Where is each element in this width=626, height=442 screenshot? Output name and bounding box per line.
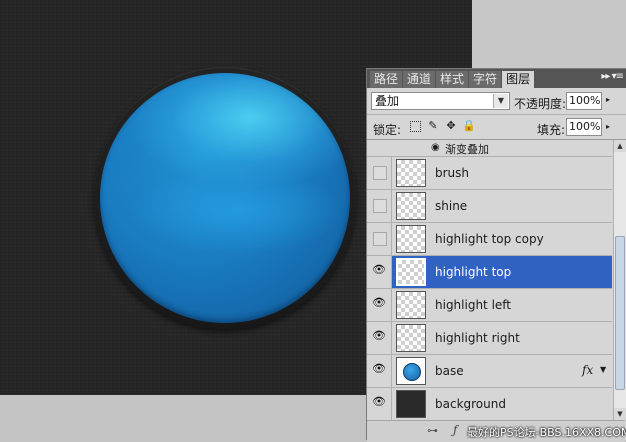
layer-thumbnail [396, 159, 426, 187]
visibility-off-box[interactable] [373, 199, 387, 213]
lock-all-icon[interactable]: 🔒 [462, 120, 476, 132]
blend-mode-value: 叠加 [375, 94, 400, 108]
scroll-thumb[interactable] [615, 236, 625, 390]
layer-row-shine[interactable]: shine [367, 190, 612, 223]
scroll-down-arrow-icon[interactable]: ▼ [614, 408, 626, 420]
add-layer-style-fx-icon[interactable]: ƒ [453, 423, 457, 437]
lock-label: 锁定: [373, 123, 402, 137]
layer-thumbnail [396, 324, 426, 352]
visibility-toggle[interactable] [367, 223, 392, 255]
layer-name: base [435, 364, 464, 378]
eye-icon[interactable]: 👁 [372, 396, 386, 407]
opacity-input[interactable]: 100% [566, 92, 602, 110]
tab-styles[interactable]: 样式 [436, 71, 469, 88]
scroll-up-arrow-icon[interactable]: ▲ [614, 140, 626, 152]
visibility-toggle[interactable] [367, 190, 392, 222]
layer-row-highlight-top-copy[interactable]: highlight top copy [367, 223, 612, 256]
layer-thumbnail [396, 192, 426, 220]
layers-scrollbar[interactable]: ▲ ▼ [613, 140, 626, 420]
blend-mode-select[interactable]: 叠加 ▼ [371, 92, 510, 110]
fill-input[interactable]: 100% [566, 118, 602, 136]
layer-row-highlight-left[interactable]: 👁 highlight left [367, 289, 612, 322]
visibility-toggle[interactable] [367, 157, 392, 189]
layer-name: highlight right [435, 331, 520, 345]
layer-thumbnail [396, 258, 426, 286]
effects-expand-arrow-icon[interactable]: ▼ [600, 365, 606, 374]
layer-row-base[interactable]: 👁 base fx ▼ [367, 355, 612, 388]
layer-row-background[interactable]: 👁 background [367, 388, 612, 420]
layer-thumbnail [396, 357, 426, 385]
eye-icon[interactable]: 👁 [372, 264, 386, 275]
layer-effects-fx-icon[interactable]: fx [582, 363, 593, 377]
lock-position-move-icon[interactable]: ✥ [445, 120, 457, 132]
fill-label: 填充: [537, 123, 566, 137]
layer-thumbnail [396, 390, 426, 418]
layers-panel: 路径 通道 样式 字符 图层 ▸▸ ▾≡ 叠加 ▼ 不透明度: 100% ▸ 锁… [366, 68, 626, 442]
layer-row-highlight-top[interactable]: 👁 highlight top [367, 256, 612, 289]
layer-row-highlight-right[interactable]: 👁 highlight right [367, 322, 612, 355]
panel-tab-bar: 路径 通道 样式 字符 图层 ▸▸ ▾≡ [367, 69, 626, 88]
layer-name: background [435, 397, 506, 411]
tab-channels[interactable]: 通道 [403, 71, 436, 88]
layer-row-brush[interactable]: brush [367, 157, 612, 190]
layer-thumbnail [396, 291, 426, 319]
panel-bottom-toolbar: ⊶ ƒ 最好的PS论坛-BBS.16XX8.COM [367, 420, 626, 442]
lock-options-row: 锁定: ✎ ✥ 🔒 填充: 100% ▸ [367, 115, 626, 140]
chevron-down-icon[interactable]: ▼ [493, 94, 508, 108]
eye-icon[interactable]: 👁 [372, 330, 386, 341]
lock-pixels-brush-icon[interactable]: ✎ [427, 120, 439, 132]
layer-name: shine [435, 199, 468, 213]
visibility-toggle[interactable]: 👁 [367, 388, 392, 420]
blend-options-row: 叠加 ▼ 不透明度: 100% ▸ [367, 88, 626, 115]
effect-label: 渐变叠加 [445, 143, 489, 156]
visibility-toggle[interactable]: 👁 [367, 322, 392, 354]
orb-ring [94, 67, 356, 329]
visibility-off-box[interactable] [373, 232, 387, 246]
layer-thumbnail [396, 225, 426, 253]
tab-paths[interactable]: 路径 [370, 71, 403, 88]
workspace-background [472, 0, 626, 68]
lock-transparency-icon[interactable] [410, 121, 421, 132]
fill-slider-arrow-icon[interactable]: ▸ [606, 122, 610, 131]
visibility-toggle[interactable]: 👁 [367, 289, 392, 321]
eye-icon[interactable]: 👁 [372, 363, 386, 374]
tab-layers[interactable]: 图层 [502, 71, 535, 88]
layer-name: highlight left [435, 298, 512, 312]
opacity-slider-arrow-icon[interactable]: ▸ [606, 95, 610, 104]
visibility-off-box[interactable] [373, 166, 387, 180]
visibility-toggle[interactable]: 👁 [367, 355, 392, 387]
tab-character[interactable]: 字符 [469, 71, 502, 88]
eye-icon[interactable]: ◉ [431, 142, 440, 153]
layers-list: ◉ 渐变叠加 brush shine highlight top copy 👁 … [367, 140, 612, 420]
layer-name: highlight top copy [435, 232, 544, 246]
layer-name: highlight top [435, 265, 512, 279]
watermark-text: 最好的PS论坛-BBS.16XX8.COM [467, 426, 626, 439]
opacity-label: 不透明度: [514, 97, 567, 111]
blue-orb [100, 73, 350, 323]
link-layers-icon[interactable]: ⊶ [427, 424, 438, 437]
eye-icon[interactable]: 👁 [372, 297, 386, 308]
visibility-toggle[interactable]: 👁 [367, 256, 392, 288]
panel-menu-icon[interactable]: ▸▸ ▾≡ [601, 71, 624, 82]
layer-name: brush [435, 166, 470, 180]
layer-effect-row[interactable]: ◉ 渐变叠加 [367, 140, 612, 157]
blue-circle-thumbnail [403, 363, 421, 381]
